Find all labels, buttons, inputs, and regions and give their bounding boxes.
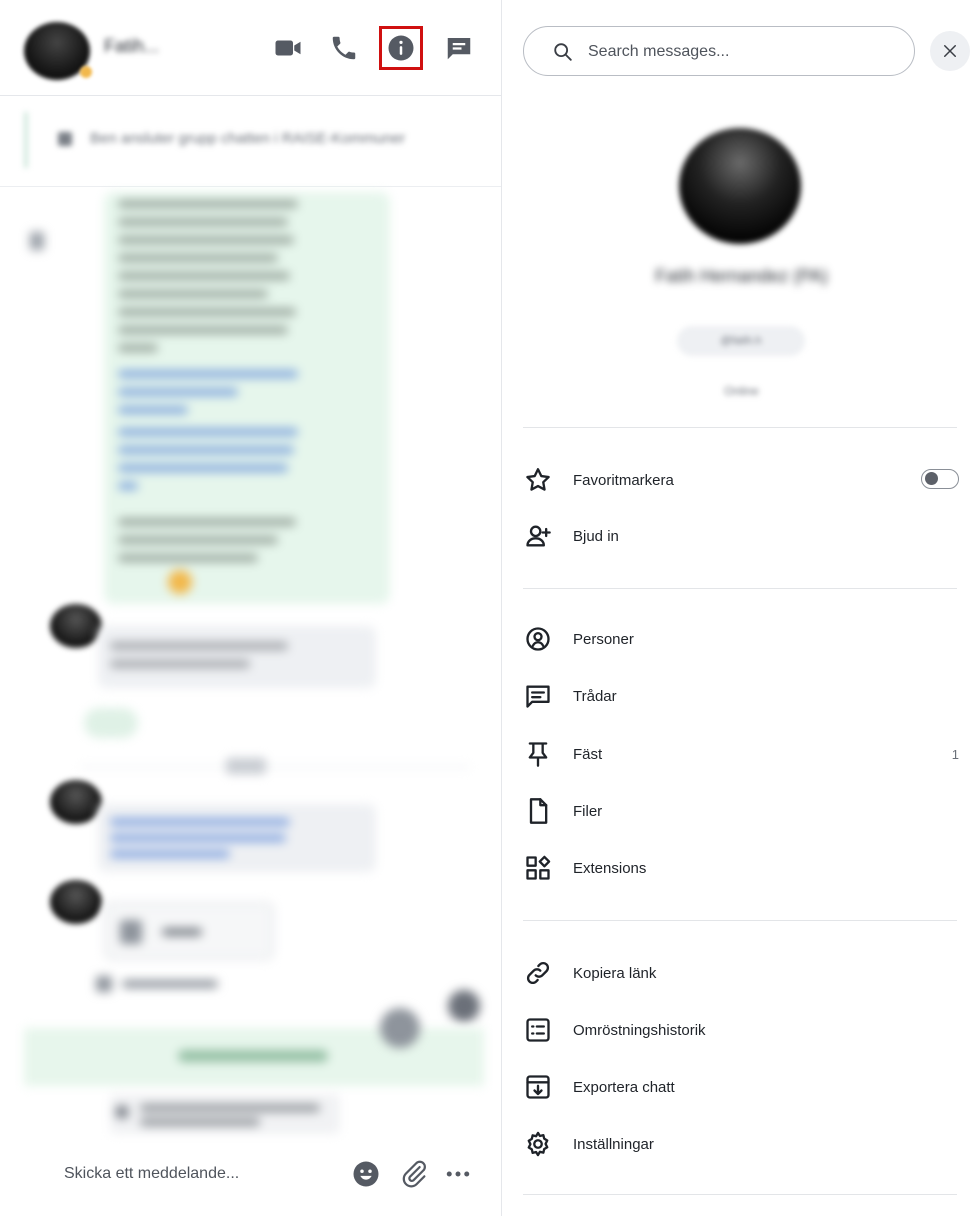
pinned-message-bar[interactable]: Ben ansluter grupp chatten i RAISE-Kommu…	[24, 112, 496, 168]
extensions-item[interactable]: Extensions	[523, 845, 961, 891]
attach-button[interactable]	[396, 1156, 432, 1192]
settings-label: Inställningar	[573, 1135, 654, 1153]
date-label	[226, 758, 266, 774]
sender-avatar[interactable]	[50, 780, 102, 824]
divider	[523, 588, 957, 589]
divider	[523, 920, 957, 921]
voice-call-button[interactable]	[322, 26, 366, 70]
contact-name[interactable]: Fatih...	[104, 36, 159, 57]
export-chat-label: Exportera chatt	[573, 1078, 675, 1096]
info-button[interactable]	[379, 26, 423, 70]
threads-label: Trådar	[573, 687, 617, 705]
export-chat-item[interactable]: Exportera chatt	[523, 1064, 961, 1110]
people-label: Personer	[573, 630, 634, 648]
info-icon	[388, 35, 414, 61]
more-options-button[interactable]	[440, 1156, 476, 1192]
pin-icon	[58, 132, 72, 146]
copy-link-item[interactable]: Kopiera länk	[523, 950, 961, 996]
copy-link-label: Kopiera länk	[573, 964, 657, 982]
divider	[0, 186, 501, 187]
favorite-label: Favoritmarkera	[573, 471, 674, 489]
add-user-icon	[523, 521, 553, 551]
chat-pane: Fatih... Ben ansluter grupp chatten i RA…	[0, 0, 502, 1216]
scroll-down-button[interactable]	[448, 990, 480, 1022]
profile-avatar	[679, 128, 801, 244]
chat-header: Fatih...	[0, 0, 501, 96]
gear-icon	[523, 1129, 553, 1159]
people-item[interactable]: Personer	[523, 616, 961, 662]
video-camera-icon	[275, 40, 301, 56]
link-icon	[523, 958, 553, 988]
poll-history-label: Omröstningshistorik	[573, 1021, 706, 1039]
sender-avatar[interactable]	[50, 880, 102, 924]
divider	[523, 1194, 957, 1195]
pinned-item[interactable]: Fäst 1	[523, 731, 961, 777]
star-icon	[523, 465, 553, 495]
invite-item[interactable]: Bjud in	[523, 513, 961, 559]
chat-bubble-icon	[447, 38, 471, 60]
settings-item[interactable]: Inställningar	[523, 1121, 961, 1167]
more-icon	[446, 1171, 470, 1177]
threads-item[interactable]: Trådar	[523, 673, 961, 719]
export-icon	[523, 1072, 553, 1102]
pinned-count: 1	[951, 746, 959, 762]
poll-icon	[523, 1015, 553, 1045]
threads-button[interactable]	[437, 26, 481, 70]
threads-icon	[523, 681, 553, 711]
search-input[interactable]	[588, 39, 898, 65]
profile-tag-text: @fatih.h	[720, 335, 762, 347]
reaction-chip[interactable]	[84, 708, 138, 738]
profile-name: Fatih Hernandez (PA)	[655, 266, 828, 286]
favorite-item[interactable]: Favoritmarkera	[523, 457, 961, 503]
message-composer	[0, 1138, 501, 1216]
message-bubble-outgoing[interactable]	[104, 192, 390, 604]
date-separator	[80, 766, 470, 768]
contact-info-panel: Fatih Hernandez (PA) @fatih.h Online Fav…	[503, 0, 980, 1216]
thread-replies-link[interactable]	[96, 976, 226, 992]
files-label: Filer	[573, 802, 603, 820]
poll-history-item[interactable]: Omröstningshistorik	[523, 1007, 961, 1053]
phone-icon	[332, 36, 356, 60]
file-attachment[interactable]	[104, 902, 274, 960]
file-icon	[523, 796, 553, 826]
message-input[interactable]	[64, 1158, 334, 1190]
message-bubble-incoming[interactable]	[98, 804, 376, 872]
close-panel-button[interactable]	[930, 31, 970, 71]
paperclip-icon	[402, 1160, 426, 1188]
invite-label: Bjud in	[573, 527, 619, 545]
divider	[523, 427, 957, 428]
typing-avatar	[380, 1008, 420, 1048]
status-indicator	[80, 66, 92, 78]
close-icon	[944, 45, 956, 57]
pinned-label: Fäst	[573, 745, 603, 763]
search-icon	[554, 43, 572, 61]
files-item[interactable]: Filer	[523, 788, 961, 834]
message-icon	[30, 232, 44, 250]
sender-avatar[interactable]	[50, 604, 102, 648]
message-bubble-incoming[interactable]	[98, 626, 376, 688]
video-call-button[interactable]	[266, 26, 310, 70]
person-circle-icon	[523, 624, 553, 654]
extensions-icon	[523, 853, 553, 883]
profile-tag-badge: @fatih.h	[677, 326, 805, 356]
profile-status: Online	[724, 384, 759, 398]
pinned-message-text: Ben ansluter grupp chatten i RAISE-Kommu…	[90, 130, 406, 147]
emoji-button[interactable]	[348, 1156, 384, 1192]
reply-preview[interactable]	[110, 1094, 340, 1134]
pin-icon	[523, 739, 553, 769]
search-messages-box	[523, 26, 915, 76]
extensions-label: Extensions	[573, 859, 647, 877]
emoji-icon	[353, 1161, 379, 1187]
favorite-toggle[interactable]	[921, 469, 959, 489]
